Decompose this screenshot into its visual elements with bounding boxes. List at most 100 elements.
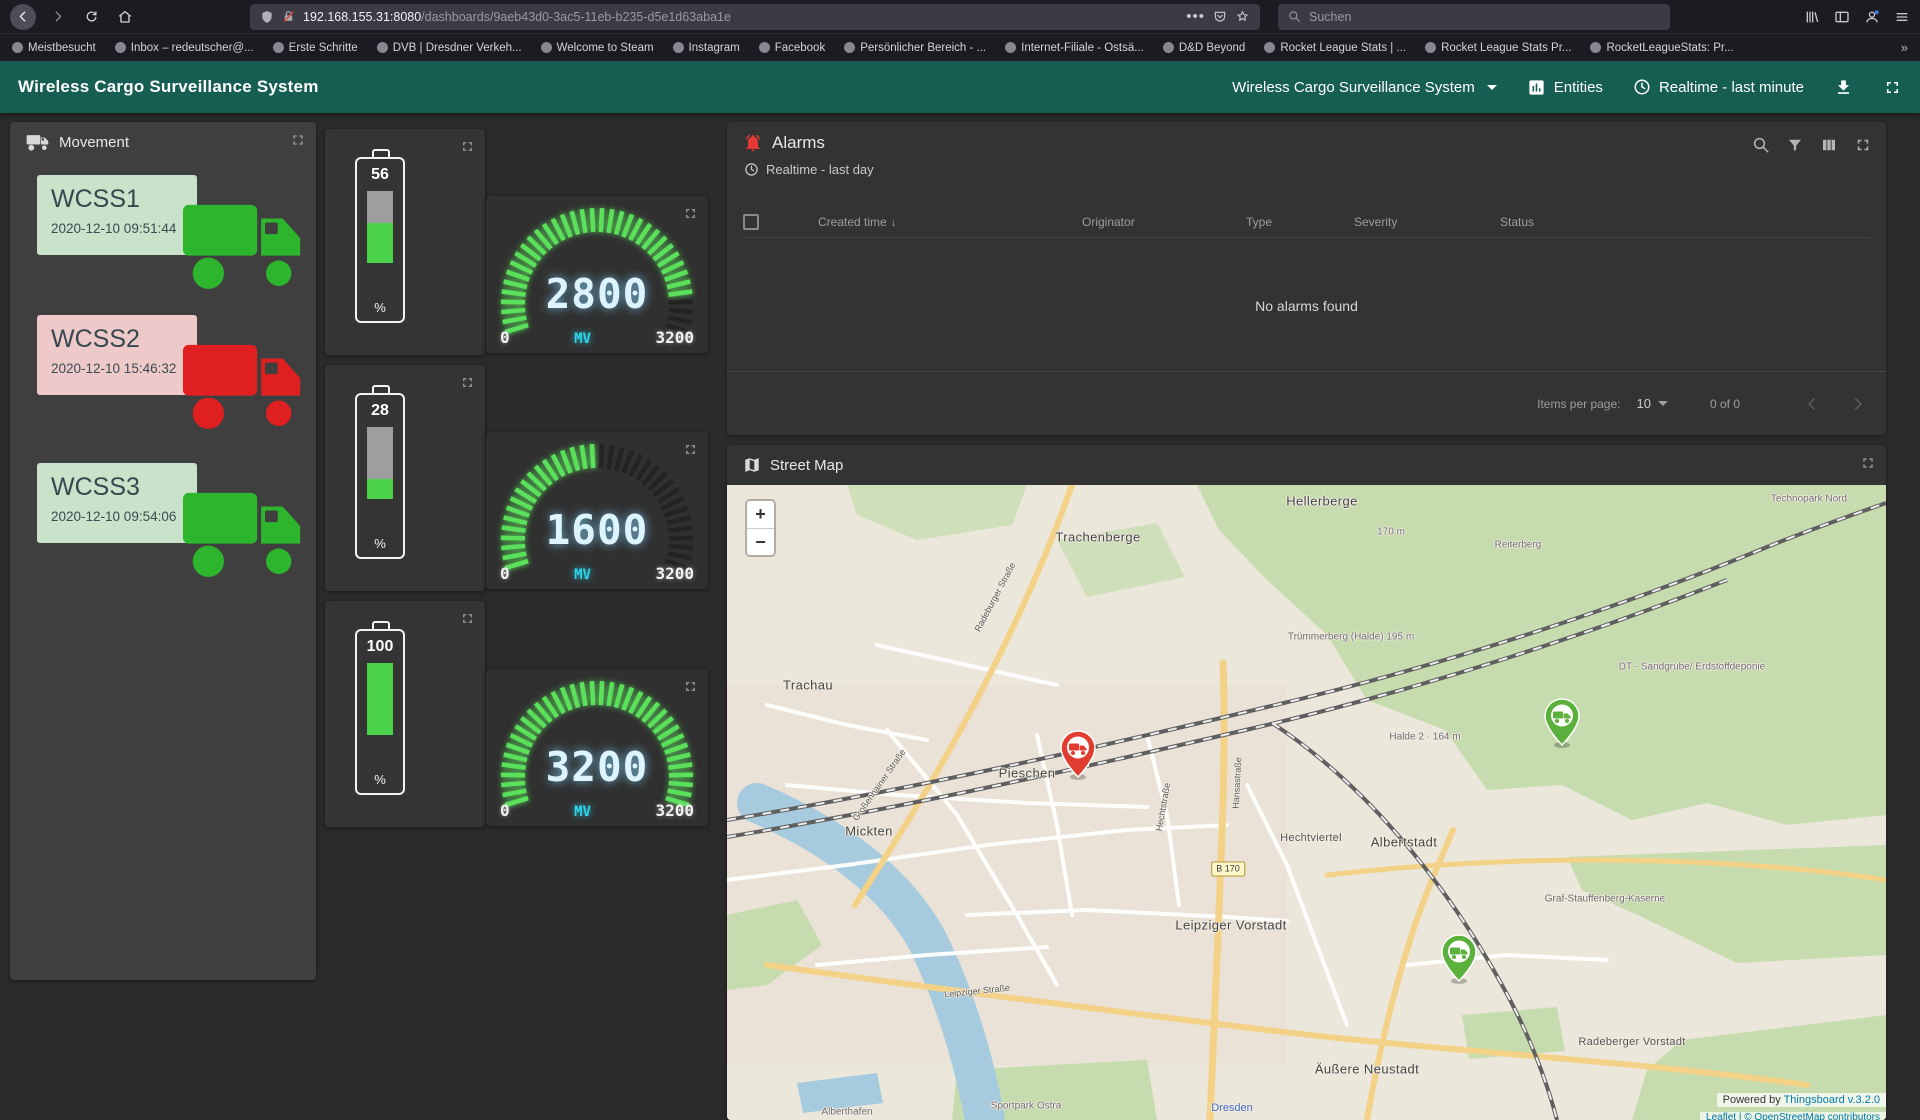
bookmark-item[interactable]: Erste Schritte [273,42,358,54]
library-icon[interactable] [1804,9,1820,25]
battery-filled-segment [367,479,393,499]
column-header-status[interactable]: Status [1500,215,1870,229]
movement-entry[interactable]: WCSS3 2020-12-10 09:54:06 [10,463,316,598]
bookmark-item[interactable]: D&D Beyond [1163,42,1245,54]
column-header-severity[interactable]: Severity [1354,215,1500,229]
page-actions-icon[interactable]: ••• [1186,8,1205,25]
previous-page-button[interactable] [1802,394,1822,414]
search-placeholder: Suchen [1309,10,1351,24]
battery-widget: 28 % [325,365,485,591]
movement-widget: Movement WCSS1 2020-12-10 09:51:44 WCSS2… [10,122,316,980]
battery-level-indicator: 100 % [355,621,407,795]
movement-entry[interactable]: WCSS2 2020-12-10 15:46:32 [10,315,316,450]
columns-icon[interactable] [1820,136,1838,154]
bookmark-item[interactable]: Rocket League Stats | ... [1264,42,1406,54]
widget-fullscreen-icon[interactable] [683,679,698,694]
bookmarks-overflow-icon[interactable]: » [1901,40,1908,55]
widget-fullscreen-icon[interactable] [460,375,475,390]
widget-fullscreen-icon[interactable] [460,139,475,154]
column-header-type[interactable]: Type [1246,215,1354,229]
widget-fullscreen-icon[interactable] [290,132,306,148]
dashboard-body: Movement WCSS1 2020-12-10 09:51:44 WCSS2… [0,113,1920,1120]
battery-value: 56 [371,166,389,184]
menu-icon[interactable] [1894,9,1910,25]
entities-button[interactable]: Entities [1527,78,1603,97]
reload-button[interactable] [78,4,104,30]
bookmark-item[interactable]: Instagram [673,42,740,54]
map-canvas[interactable]: B 170 HellerbergeTrachenbergeTechnopark … [727,485,1886,1120]
dashboard-header: Wireless Cargo Surveillance System Wirel… [0,61,1920,113]
pocket-icon[interactable] [1213,10,1227,24]
gauge-unit-label: MV [574,331,591,347]
url-bar[interactable]: 192.168.155.31:8080/dashboards/9aeb43d0-… [250,4,1260,30]
timewindow-button[interactable]: Realtime - last minute [1633,78,1804,96]
entities-icon [1527,78,1546,97]
vehicle-name: WCSS2 [51,325,197,354]
dashboard-state-select[interactable]: Wireless Cargo Surveillance System [1232,79,1497,96]
vehicle-marker-ok[interactable] [1543,698,1581,753]
bookmark-item[interactable]: Facebook [759,42,826,54]
vehicle-marker-alarm[interactable] [1059,730,1097,785]
fullscreen-icon [1883,78,1902,97]
widget-fullscreen-icon[interactable] [460,611,475,626]
browser-search[interactable]: Suchen [1278,4,1670,30]
chevron-down-icon [1487,85,1497,90]
alarms-table-header: Created time ↓ Originator Type Severity … [743,206,1870,238]
widget-fullscreen-icon[interactable] [1854,136,1872,154]
battery-level-indicator: 28 % [355,385,407,559]
column-header-originator[interactable]: Originator [1082,215,1246,229]
movement-entry[interactable]: WCSS1 2020-12-10 09:51:44 [10,175,316,310]
account-icon[interactable] [1864,9,1880,25]
home-button[interactable] [112,4,138,30]
widget-fullscreen-icon[interactable] [683,206,698,221]
widget-title: Alarms [772,133,825,153]
road-ref-badge: B 170 [1211,862,1245,877]
bookmark-item[interactable]: RocketLeagueStats: Pr... [1590,42,1733,54]
bookmark-favicon [1163,42,1174,53]
alarms-pagination: Items per page: 10 0 of 0 [727,371,1886,435]
select-all-checkbox[interactable] [743,214,759,230]
vehicle-marker-ok[interactable] [1440,934,1478,989]
items-per-page-label: Items per page: [1537,397,1620,411]
bookmark-item[interactable]: Rocket League Stats Pr... [1425,42,1571,54]
reload-icon [84,9,99,24]
sidebars-icon[interactable] [1834,9,1850,25]
zoom-out-button[interactable]: − [747,528,774,555]
gauge-max-label: 3200 [655,801,694,820]
insecure-lock-icon[interactable] [282,10,295,23]
search-icon[interactable] [1752,136,1770,154]
export-button[interactable] [1834,78,1853,97]
column-header-created-time[interactable]: Created time ↓ [818,215,1082,229]
bookmark-item[interactable]: Persönlicher Bereich - ... [844,42,986,54]
url-host: 192.168.155.31:8080 [303,10,421,24]
bookmark-star-icon[interactable] [1235,9,1250,24]
browser-toolbar: 192.168.155.31:8080/dashboards/9aeb43d0-… [0,0,1920,33]
fullscreen-button[interactable] [1883,78,1902,97]
thingsboard-link[interactable]: Thingsboard v.3.2.0 [1784,1094,1880,1106]
alarm-bell-icon [743,133,763,153]
gauge-max-label: 3200 [655,328,694,347]
next-page-button[interactable] [1848,394,1868,414]
widget-fullscreen-icon[interactable] [683,442,698,457]
back-button[interactable] [10,4,36,30]
items-per-page-select[interactable]: 10 [1637,396,1668,411]
bookmark-item[interactable]: Internet-Filiale - Ostsä... [1005,42,1144,54]
voltage-gauge-widget: 1600 0 MV 3200 [486,432,708,589]
clock-icon [744,162,759,177]
bookmark-item[interactable]: Inbox – redeutscher@... [115,42,254,54]
page-range-label: 0 of 0 [1710,397,1740,411]
vehicle-timestamp: 2020-12-10 09:51:44 [51,221,197,236]
battery-level-indicator: 56 % [355,149,407,323]
tracking-shield-icon[interactable] [260,10,274,24]
bookmark-favicon [377,42,388,53]
filter-icon[interactable] [1786,136,1804,154]
widget-fullscreen-icon[interactable] [1860,455,1876,471]
zoom-in-button[interactable]: + [747,501,774,528]
bookmark-item[interactable]: Welcome to Steam [541,42,654,54]
forward-button[interactable] [44,4,70,30]
bookmark-item[interactable]: DVB | Dresdner Verkeh... [377,42,522,54]
alarms-timewindow[interactable]: Realtime - last day [744,162,874,177]
bookmark-item[interactable]: Meistbesucht [12,42,96,54]
voltage-gauge-widget: 2800 0 MV 3200 [486,196,708,353]
battery-widget: 56 % [325,129,485,355]
